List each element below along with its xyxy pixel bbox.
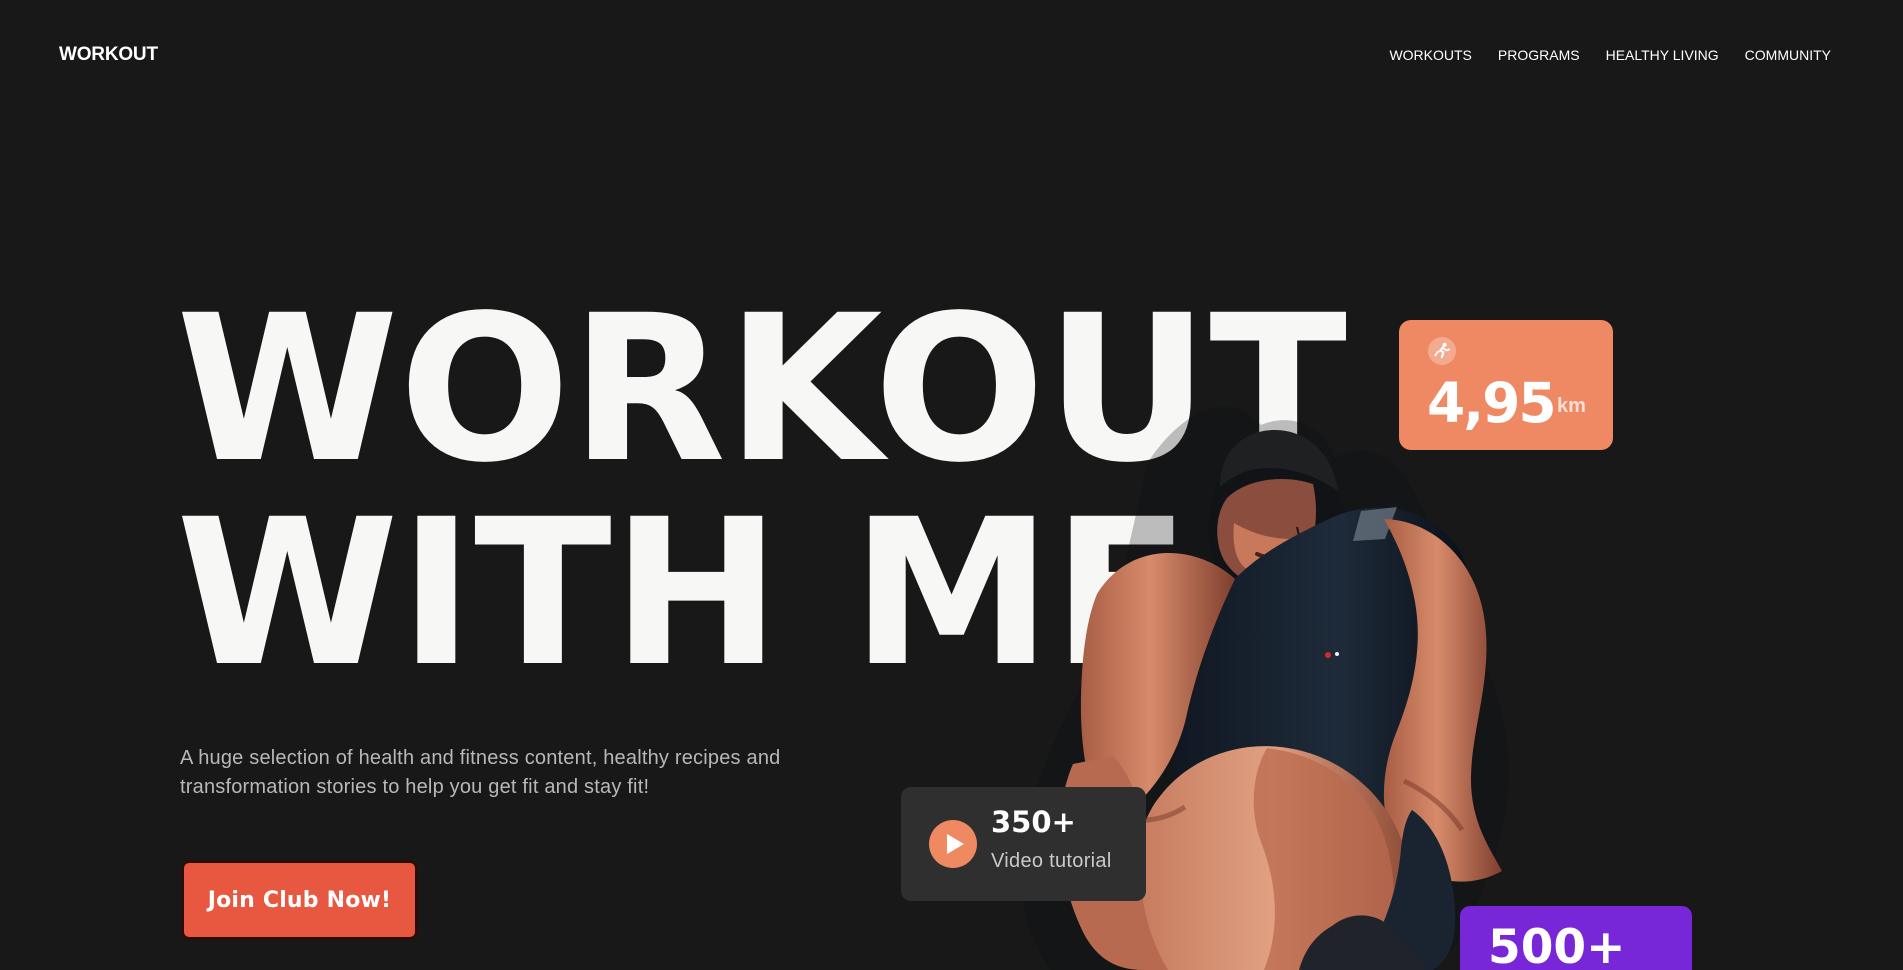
hero-description-line-2: transformation stories to help you get f… bbox=[180, 776, 650, 798]
join-club-button[interactable]: Join Club Now! bbox=[181, 860, 418, 940]
video-tutorial-card[interactable]: 350+ Video tutorial bbox=[901, 787, 1146, 901]
distance-value: 4,95 bbox=[1427, 371, 1557, 435]
primary-nav: WORKOUTS PROGRAMS HEALTHY LIVING COMMUNI… bbox=[1389, 47, 1831, 63]
members-count: 500+ bbox=[1488, 920, 1626, 970]
hero-description-line-1: A huge selection of health and fitness c… bbox=[180, 747, 781, 769]
nav-workouts-link[interactable]: WORKOUTS bbox=[1389, 47, 1471, 63]
distance-stat-card: 4,95 km bbox=[1399, 320, 1613, 450]
landing-page: WORKOUT WORKOUTS PROGRAMS HEALTHY LIVING… bbox=[0, 0, 1903, 970]
members-stat-card: 500+ bbox=[1460, 906, 1692, 970]
top-navigation: WORKOUT WORKOUTS PROGRAMS HEALTHY LIVING… bbox=[59, 43, 1831, 67]
play-icon[interactable] bbox=[929, 820, 977, 868]
nav-community-link[interactable]: COMMUNITY bbox=[1745, 47, 1831, 63]
video-tutorial-label: Video tutorial bbox=[991, 850, 1112, 872]
nav-programs-link[interactable]: PROGRAMS bbox=[1498, 47, 1580, 63]
nav-healthy-living-link[interactable]: HEALTHY LIVING bbox=[1606, 47, 1719, 63]
running-person-icon bbox=[1428, 337, 1456, 365]
video-count: 350+ bbox=[991, 805, 1076, 839]
distance-unit: km bbox=[1557, 395, 1586, 417]
brand-logo[interactable]: WORKOUT bbox=[59, 44, 158, 66]
hero-description: A huge selection of health and fitness c… bbox=[180, 744, 860, 802]
